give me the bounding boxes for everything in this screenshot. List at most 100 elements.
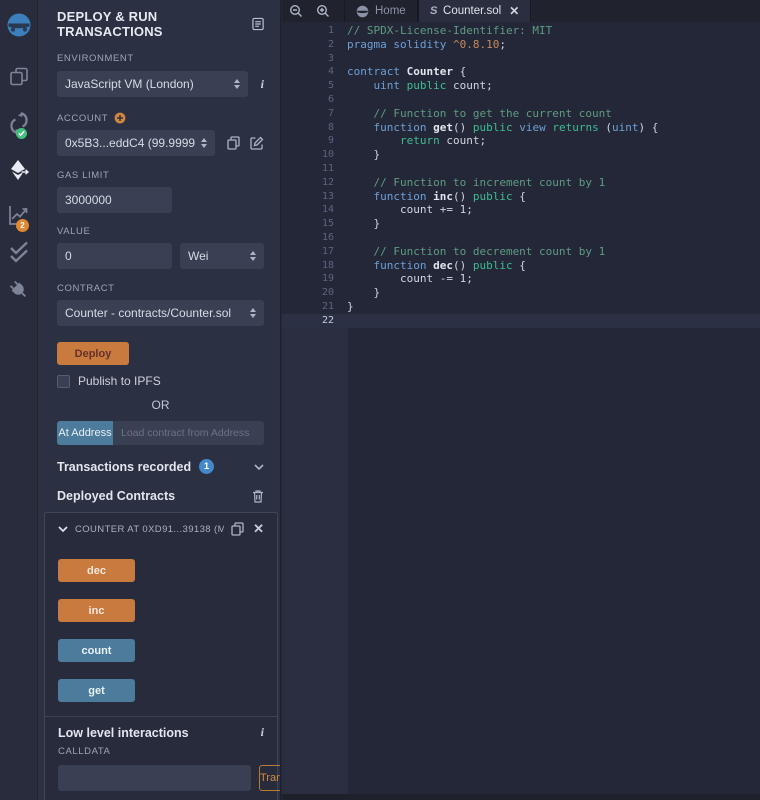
line-content: // Function to get the current count	[334, 107, 612, 121]
line-content: return count;	[334, 134, 486, 148]
add-account-icon[interactable]	[114, 112, 126, 124]
gutter-tail	[282, 328, 348, 794]
line-number: 12	[282, 176, 334, 190]
at-address-input[interactable]	[113, 421, 264, 445]
line-content: function get() public view returns (uint…	[334, 121, 658, 135]
code-line-4[interactable]: 4contract Counter {	[282, 65, 760, 79]
code-line-12[interactable]: 12 // Function to increment count by 1	[282, 176, 760, 190]
line-content: // SPDX-License-Identifier: MIT	[334, 24, 552, 38]
deploy-button[interactable]: Deploy	[57, 342, 129, 365]
environment-info-icon[interactable]: i	[261, 77, 264, 92]
compiler-icon[interactable]	[0, 110, 38, 136]
line-number: 11	[282, 162, 334, 176]
line-number: 2	[282, 38, 334, 52]
tab-counter-sol[interactable]: S Counter.sol ✕	[418, 0, 532, 22]
plugin-icon[interactable]	[0, 279, 38, 301]
code-line-21[interactable]: 21}	[282, 300, 760, 314]
line-number: 7	[282, 107, 334, 121]
code-line-5[interactable]: 5 uint public count;	[282, 79, 760, 93]
dec-function-button[interactable]: dec	[58, 559, 135, 582]
or-divider: OR	[57, 398, 264, 412]
publish-ipfs-checkbox[interactable]	[57, 375, 70, 388]
line-content: function dec() public {	[334, 259, 526, 273]
close-tab-icon[interactable]: ✕	[509, 4, 519, 18]
chevron-down-icon[interactable]	[254, 464, 264, 470]
code-editor: Home S Counter.sol ✕ 1// SPDX-License-Id…	[282, 0, 760, 800]
transact-button[interactable]: Transact	[259, 765, 281, 791]
code-line-14[interactable]: 14 count += 1;	[282, 203, 760, 217]
line-content: contract Counter {	[334, 65, 466, 79]
count-function-button[interactable]: count	[58, 639, 135, 662]
line-number: 10	[282, 148, 334, 162]
code-line-19[interactable]: 19 count -= 1;	[282, 272, 760, 286]
line-content: uint public count;	[334, 79, 493, 93]
code-line-6[interactable]: 6	[282, 93, 760, 107]
line-content: count -= 1;	[334, 272, 473, 286]
deployed-contract-card: COUNTER AT 0XD91...39138 (MEMORY ✕ dec in…	[44, 512, 278, 800]
line-number: 19	[282, 272, 334, 286]
gas-limit-label: GAS LIMIT	[57, 170, 264, 181]
account-select[interactable]: 0x5B3...eddC4 (99.9999999	[57, 130, 215, 156]
line-content: }	[334, 217, 380, 231]
code-line-2[interactable]: 2pragma solidity ^0.8.10;	[282, 38, 760, 52]
low-level-info-icon[interactable]: i	[261, 725, 264, 740]
line-content	[334, 314, 347, 328]
value-input[interactable]	[57, 243, 172, 269]
calldata-input[interactable]	[58, 765, 251, 791]
code-area[interactable]: 1// SPDX-License-Identifier: MIT2pragma …	[282, 22, 760, 328]
remix-logo	[0, 12, 38, 38]
analytics-icon[interactable]: 2	[0, 203, 38, 227]
line-content	[334, 52, 347, 66]
calldata-label: CALLDATA	[58, 746, 264, 757]
at-address-button[interactable]: At Address	[57, 421, 113, 445]
value-unit-select[interactable]: Wei	[180, 243, 264, 269]
home-icon	[356, 5, 369, 18]
line-content: // Function to decrement count by 1	[334, 245, 605, 259]
terminal-edge	[282, 794, 760, 800]
contract-instance-title: COUNTER AT 0XD91...39138 (MEMORY	[75, 524, 224, 535]
code-line-22[interactable]: 22	[282, 314, 760, 328]
gas-limit-input[interactable]	[57, 187, 172, 213]
solidity-file-icon: S	[429, 5, 438, 17]
zoom-out-icon[interactable]	[282, 0, 309, 22]
code-line-7[interactable]: 7 // Function to get the current count	[282, 107, 760, 121]
inc-function-button[interactable]: inc	[58, 599, 135, 622]
line-number: 15	[282, 217, 334, 231]
collapse-chevron-icon[interactable]	[58, 526, 68, 532]
code-line-20[interactable]: 20 }	[282, 286, 760, 300]
deploy-run-icon[interactable]	[0, 158, 38, 182]
code-line-3[interactable]: 3	[282, 52, 760, 66]
edit-account-icon[interactable]	[250, 136, 264, 150]
line-number: 22	[282, 314, 334, 328]
code-line-11[interactable]: 11	[282, 162, 760, 176]
copy-account-icon[interactable]	[227, 136, 240, 150]
code-line-16[interactable]: 16	[282, 231, 760, 245]
code-line-10[interactable]: 10 }	[282, 148, 760, 162]
line-content	[334, 93, 347, 107]
copy-address-icon[interactable]	[231, 522, 244, 536]
value-label: VALUE	[57, 226, 264, 237]
contract-label: CONTRACT	[57, 283, 264, 294]
code-line-18[interactable]: 18 function dec() public {	[282, 259, 760, 273]
unit-testing-icon[interactable]	[0, 241, 38, 263]
file-explorer-icon[interactable]	[0, 66, 38, 88]
environment-select[interactable]: JavaScript VM (London)	[57, 71, 248, 97]
code-line-9[interactable]: 9 return count;	[282, 134, 760, 148]
doc-icon[interactable]	[252, 17, 264, 31]
zoom-in-icon[interactable]	[309, 0, 336, 22]
code-line-17[interactable]: 17 // Function to decrement count by 1	[282, 245, 760, 259]
code-line-1[interactable]: 1// SPDX-License-Identifier: MIT	[282, 24, 760, 38]
transactions-count-badge: 1	[199, 459, 214, 474]
remove-instance-icon[interactable]: ✕	[253, 521, 264, 537]
tab-home[interactable]: Home	[344, 0, 418, 22]
line-content: }	[334, 148, 380, 162]
contract-select[interactable]: Counter - contracts/Counter.sol	[57, 300, 264, 326]
code-line-13[interactable]: 13 function inc() public {	[282, 190, 760, 204]
get-function-button[interactable]: get	[58, 679, 135, 702]
line-number: 13	[282, 190, 334, 204]
code-line-15[interactable]: 15 }	[282, 217, 760, 231]
code-line-8[interactable]: 8 function get() public view returns (ui…	[282, 121, 760, 135]
trash-icon[interactable]	[252, 489, 264, 503]
compiler-success-badge	[16, 128, 27, 139]
remix-ide-window: 2 DEPLOY & RUN TRANSACTIONS ENVIRONMENT	[0, 0, 760, 800]
